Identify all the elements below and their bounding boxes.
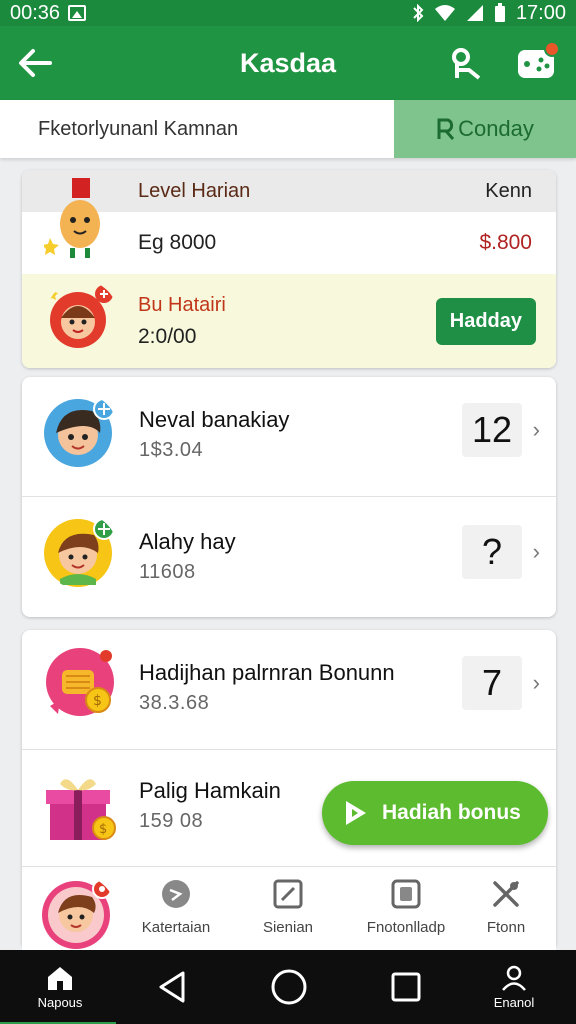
tab-label: Ftonn: [486, 919, 526, 936]
recents-square-icon: [391, 972, 421, 1002]
item-name: Neval banakiay: [139, 407, 290, 432]
nav-home-button[interactable]: [266, 950, 312, 1024]
nav-home[interactable]: Napous: [30, 950, 90, 1024]
search-text: Fketorlyunanl Kamnan: [38, 117, 239, 140]
account-button[interactable]: [446, 43, 486, 83]
key-person-icon: [452, 48, 481, 80]
chevron-right-icon: ›: [532, 670, 540, 695]
item-sub: 159 08: [139, 810, 204, 832]
camera-box-icon: [391, 879, 421, 909]
nav-profile[interactable]: Enanol: [484, 950, 544, 1024]
gift-box-icon: $: [46, 779, 116, 840]
image-notification-icon: [68, 5, 87, 21]
status-time-left: 00:36: [10, 1, 61, 24]
level-card: Level Harian Kenn Eg 8000 $.800 Bu Hatai…: [22, 170, 556, 368]
nav-back-button[interactable]: [150, 950, 194, 1024]
bluetooth-icon: [413, 4, 424, 22]
item-name: Alahy hay: [139, 529, 236, 554]
nav-recents-button[interactable]: [386, 950, 426, 1024]
tab-katertaian[interactable]: Katertaian: [126, 877, 226, 936]
signal-icon: [466, 5, 483, 21]
tab-label: Fnotonlladp: [366, 919, 446, 936]
chevron-right-icon: ›: [532, 539, 540, 564]
task-list-card: Neval banakiay 1$3.04 12 › Alahy hay 116…: [22, 377, 556, 617]
tab-ftonn[interactable]: Ftonn: [456, 877, 556, 936]
notification-badge: [544, 41, 560, 57]
daily-bonus-value: 2:0/00: [138, 324, 197, 348]
chevron-right-icon: ›: [532, 417, 540, 442]
list-item[interactable]: Neval banakiay 1$3.04 12 ›: [22, 377, 556, 497]
svg-text:$: $: [99, 822, 107, 837]
back-button[interactable]: [0, 26, 70, 100]
boy-avatar-icon: [44, 398, 115, 467]
app-bar: Kasdaa: [0, 26, 576, 100]
mascot-icon: [44, 178, 100, 258]
item-sub: 38.3.68: [139, 692, 210, 714]
nav-home-label: Napous: [37, 994, 83, 1010]
filter-button[interactable]: Conday: [394, 100, 576, 158]
play-icon: [346, 801, 366, 825]
person-icon: [502, 965, 526, 991]
filter-r-icon: [437, 118, 455, 140]
item-count: 12: [462, 403, 522, 457]
bottom-tab-bar: Katertaian Sienian Fnotonlladp Ftonn: [22, 866, 556, 950]
item-name: Palig Hamkain: [139, 778, 281, 803]
item-count: ?: [462, 525, 522, 579]
back-triangle-icon: [159, 971, 185, 1003]
item-name: Hadijhan palrnran Bonunn: [139, 660, 395, 685]
tab-fnotonlladp[interactable]: Fnotonlladp: [356, 877, 456, 936]
profile-avatar-icon[interactable]: [40, 875, 116, 951]
arrow-left-icon: [19, 49, 52, 77]
search-field[interactable]: Fketorlyunanl Kamnan: [0, 100, 394, 158]
sub-bar: Fketorlyunanl Kamnan Conday: [0, 100, 576, 158]
svg-text:$: $: [93, 693, 102, 709]
list-item[interactable]: Alahy hay 11608 ? ›: [22, 497, 556, 617]
level-row-label: Eg 8000: [138, 231, 217, 254]
level-header-right: Kenn: [485, 179, 532, 202]
girl-avatar-icon: [46, 285, 113, 348]
home-icon: [48, 966, 72, 990]
fab-label: Hadiah bonus: [382, 801, 521, 824]
coin-bag-icon: $: [46, 648, 114, 716]
filter-label: Conday: [458, 116, 534, 141]
item-count: 7: [462, 656, 522, 710]
item-sub: 1$3.04: [139, 439, 204, 461]
battery-icon: [494, 3, 505, 22]
level-title: Level Harian: [138, 179, 251, 202]
daily-bonus-title: Bu Hatairi: [138, 293, 226, 316]
wifi-icon: [434, 5, 455, 21]
level-row-amount: $.800: [479, 231, 532, 254]
nav-profile-label: Enanol: [493, 994, 535, 1010]
tab-sienian[interactable]: Sienian: [238, 877, 338, 936]
compass-icon: [162, 880, 190, 908]
game-button[interactable]: [516, 41, 560, 83]
status-time-right: 17:00: [515, 1, 566, 24]
kid-avatar-icon: [44, 518, 115, 587]
bonus-fab-button[interactable]: Hadiah bonus: [322, 781, 548, 845]
item-sub: 11608: [139, 561, 196, 583]
system-nav-bar: Napous Enanol: [0, 950, 576, 1024]
tools-icon: [493, 881, 519, 907]
claim-button[interactable]: Hadday: [435, 297, 536, 345]
list-item[interactable]: $ Hadijhan palrnran Bonunn 38.3.68 7 ›: [22, 630, 556, 750]
status-bar: 00:36 17:00: [0, 0, 576, 26]
tab-label: Sienian: [262, 919, 314, 936]
tab-label: Katertaian: [141, 919, 211, 936]
home-circle-icon: [271, 969, 307, 1005]
edit-frame-icon: [273, 879, 303, 909]
